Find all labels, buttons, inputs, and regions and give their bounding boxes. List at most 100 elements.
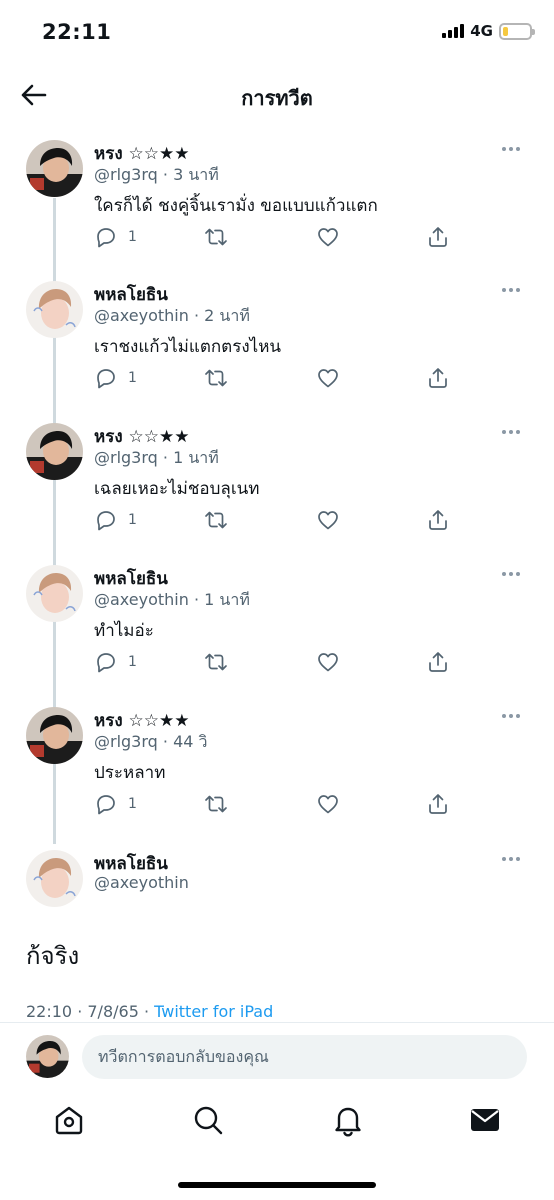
retweet-button[interactable] (204, 224, 228, 250)
network-type: 4G (470, 22, 493, 40)
tweet-text: ใครก็ได้ ชงคู่จิ้นเรามั่ง ขอแบบแก้วแตก (94, 196, 378, 216)
reply-button[interactable]: 1 (94, 365, 137, 391)
display-name[interactable]: หรง ☆☆★★ (94, 427, 190, 447)
reply-composer: ทวีตการตอบกลับของคุณ (0, 1022, 554, 1090)
reply-icon (97, 795, 115, 815)
tweet-time: 2 นาที (204, 306, 250, 325)
retweet-button[interactable] (204, 649, 228, 675)
battery-level (503, 26, 508, 36)
tweet-text: เฉลยเหอะไม่ชอบลุเนท (94, 479, 260, 499)
avatar[interactable] (26, 565, 83, 622)
avatar-photo (26, 140, 83, 197)
tab-search[interactable] (190, 1102, 226, 1138)
reply-button[interactable]: 1 (94, 791, 137, 817)
like-button[interactable] (316, 791, 340, 817)
retweet-button[interactable] (204, 791, 228, 817)
share-button[interactable] (426, 365, 450, 391)
tweet-source-link[interactable]: Twitter for iPad (154, 1002, 273, 1021)
main-display-name[interactable]: พหลโยธิน (94, 854, 168, 874)
tab-messages[interactable] (467, 1102, 503, 1138)
tweet-time: 1 นาที (173, 448, 219, 467)
status-time: 22:11 (42, 20, 112, 44)
reply-count: 1 (128, 796, 137, 812)
tweet-actions: 1 (94, 791, 464, 817)
reply-button[interactable]: 1 (94, 507, 137, 533)
reply-button[interactable]: 1 (94, 224, 137, 250)
page-title: การทวีต (241, 86, 313, 110)
home-indicator (178, 1182, 376, 1188)
meta-separator: · (162, 732, 174, 751)
reply-icon (97, 653, 115, 673)
avatar[interactable] (26, 707, 83, 764)
reply-button[interactable]: 1 (94, 649, 137, 675)
status-indicators: 4G (442, 22, 535, 40)
tweet-time: 1 นาที (204, 590, 250, 609)
like-button[interactable] (316, 507, 340, 533)
messages-icon (471, 1109, 499, 1131)
heart-icon (318, 511, 338, 530)
tweet-actions: 1 (94, 224, 464, 250)
reply-icon (97, 228, 115, 248)
home-icon (55, 1106, 83, 1135)
more-options-button[interactable] (502, 144, 526, 154)
main-tweet: พหลโยธิน @axeyothin (0, 850, 554, 910)
my-avatar[interactable] (26, 1035, 69, 1078)
share-button[interactable] (426, 791, 450, 817)
tweet-meta: @rlg3rq · 3 นาที (94, 163, 219, 188)
like-button[interactable] (316, 649, 340, 675)
reply-count: 1 (128, 654, 137, 670)
user-handle[interactable]: @rlg3rq (94, 732, 158, 751)
like-button[interactable] (316, 224, 340, 250)
reply-tweet[interactable]: หรง ☆☆★★ @rlg3rq · 3 นาที ใครก็ได้ ชงคู่… (0, 140, 554, 282)
share-icon (429, 510, 447, 530)
tweet-text: เราชงแก้วไม่แตกตรงไหน (94, 337, 282, 357)
meta-separator: · (193, 306, 205, 325)
avatar[interactable] (26, 423, 83, 480)
tweet-meta: @rlg3rq · 44 วิ (94, 730, 208, 755)
tweet-text: ประหลาท (94, 763, 166, 783)
avatar-photo (26, 850, 83, 907)
reply-tweet[interactable]: หรง ☆☆★★ @rlg3rq · 1 นาที เฉลยเหอะไม่ชอบ… (0, 423, 554, 565)
reply-tweet[interactable]: พหลโยธิน @axeyothin · 2 นาที เราชงแก้วไม… (0, 281, 554, 423)
retweet-button[interactable] (204, 365, 228, 391)
reply-tweet[interactable]: หรง ☆☆★★ @rlg3rq · 44 วิ ประหลาท 1 (0, 707, 554, 849)
main-user-handle[interactable]: @axeyothin (94, 873, 189, 892)
display-name[interactable]: พหลโยธิน (94, 569, 168, 589)
reply-tweet[interactable]: พหลโยธิน @axeyothin · 1 นาที ทำไมอ่ะ 1 (0, 565, 554, 707)
tweet-meta: @rlg3rq · 1 นาที (94, 446, 219, 471)
tab-home[interactable] (51, 1102, 87, 1138)
heart-icon (318, 369, 338, 388)
user-handle[interactable]: @axeyothin (94, 306, 189, 325)
heart-icon (318, 795, 338, 814)
display-name[interactable]: พหลโยธิน (94, 285, 168, 305)
avatar[interactable] (26, 281, 83, 338)
page-header: การทวีต (0, 70, 554, 122)
user-handle[interactable]: @rlg3rq (94, 448, 158, 467)
display-name[interactable]: หรง ☆☆★★ (94, 144, 190, 164)
main-more-options-button[interactable] (502, 854, 526, 864)
retweet-button[interactable] (204, 507, 228, 533)
share-button[interactable] (426, 224, 450, 250)
share-button[interactable] (426, 507, 450, 533)
reply-input[interactable]: ทวีตการตอบกลับของคุณ (82, 1035, 527, 1079)
tweet-meta: @axeyothin · 1 นาที (94, 588, 250, 613)
tab-notifications[interactable] (330, 1102, 366, 1138)
share-icon (429, 794, 447, 814)
more-options-button[interactable] (502, 285, 526, 295)
reply-count: 1 (128, 370, 137, 386)
like-button[interactable] (316, 365, 340, 391)
tweet-actions: 1 (94, 365, 464, 391)
more-options-button[interactable] (502, 427, 526, 437)
user-handle[interactable]: @rlg3rq (94, 165, 158, 184)
more-options-button[interactable] (502, 569, 526, 579)
more-options-button[interactable] (502, 711, 526, 721)
avatar[interactable] (26, 140, 83, 197)
main-tweet-avatar[interactable] (26, 850, 83, 907)
user-handle[interactable]: @axeyothin (94, 590, 189, 609)
display-name[interactable]: หรง ☆☆★★ (94, 711, 190, 731)
reply-icon (97, 511, 115, 531)
meta-separator: · (162, 448, 174, 467)
tweet-text: ทำไมอ่ะ (94, 621, 154, 641)
share-button[interactable] (426, 649, 450, 675)
tweet-meta: @axeyothin · 2 นาที (94, 304, 250, 329)
